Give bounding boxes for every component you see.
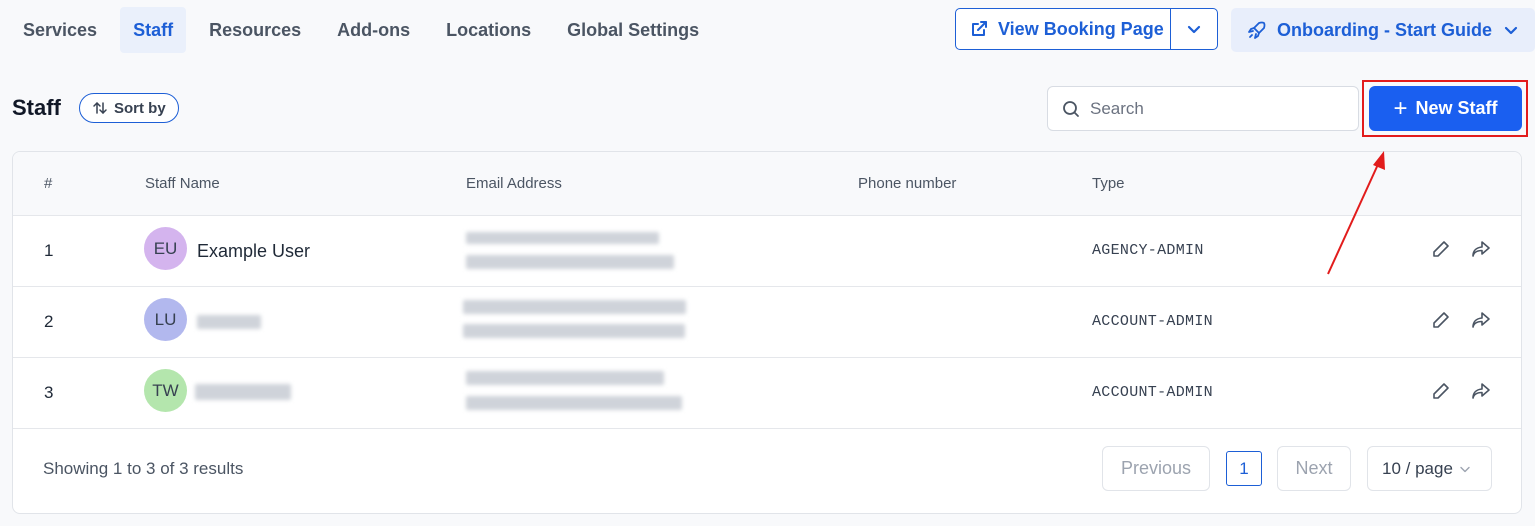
onboarding-label: Onboarding - Start Guide <box>1277 19 1492 40</box>
avatar-initials: EU <box>153 238 178 258</box>
column-header-email: Email Address <box>466 175 562 192</box>
column-header-index: # <box>44 175 53 192</box>
staff-type: ACCOUNT-ADMIN <box>1092 384 1213 401</box>
column-header-phone: Phone number <box>858 175 957 192</box>
table-row[interactable]: 3 TW ACCOUNT-ADMIN <box>13 357 1521 429</box>
column-header-type: Type <box>1092 175 1125 192</box>
staff-type: AGENCY-ADMIN <box>1092 242 1204 259</box>
sort-by-button[interactable]: Sort by <box>79 93 179 123</box>
staff-name: Example User <box>197 241 311 261</box>
rocket-icon <box>1248 21 1266 39</box>
avatar-initials: LU <box>154 309 177 329</box>
edit-pencil-icon[interactable] <box>1431 310 1451 330</box>
avatar: EU <box>144 227 187 270</box>
staff-type: ACCOUNT-ADMIN <box>1092 313 1213 330</box>
share-arrow-icon[interactable] <box>1471 239 1491 259</box>
redacted-email <box>463 324 685 338</box>
tab-add-ons[interactable]: Add-ons <box>324 7 423 53</box>
sort-icon <box>93 102 107 114</box>
new-staff-label: New Staff <box>1415 98 1498 118</box>
top-nav-tabs: Services Staff Resources Add-ons Locatio… <box>10 7 722 53</box>
results-summary: Showing 1 to 3 of 3 results <box>43 459 244 478</box>
next-page-button[interactable]: Next <box>1277 446 1351 491</box>
tab-resources[interactable]: Resources <box>196 7 314 53</box>
page-number-button[interactable]: 1 <box>1226 451 1262 486</box>
redacted-email <box>466 255 674 269</box>
tab-staff[interactable]: Staff <box>120 7 187 53</box>
redacted-email <box>466 396 682 410</box>
tab-locations[interactable]: Locations <box>433 7 544 53</box>
plus-icon: + <box>1393 94 1408 122</box>
view-booking-split-button: View Booking Page <box>955 8 1218 50</box>
view-booking-page-button[interactable]: View Booking Page <box>956 9 1170 49</box>
view-booking-dropdown-toggle[interactable] <box>1170 9 1217 49</box>
row-index: 3 <box>44 383 54 402</box>
table-row[interactable]: 2 LU ACCOUNT-ADMIN <box>13 286 1521 358</box>
column-header-staff-name: Staff Name <box>145 175 220 192</box>
table-row[interactable]: 1 EU Example User AGENCY-ADMIN <box>13 215 1521 287</box>
chevron-down-icon <box>1460 466 1470 472</box>
staff-table: # Staff Name Email Address Phone number … <box>12 151 1522 514</box>
tab-services[interactable]: Services <box>10 7 110 53</box>
redacted-email <box>466 371 664 385</box>
external-link-icon <box>972 21 987 36</box>
search-input[interactable] <box>1088 97 1352 120</box>
edit-pencil-icon[interactable] <box>1431 381 1451 401</box>
search-box <box>1047 86 1359 131</box>
avatar: LU <box>144 298 187 341</box>
share-arrow-icon[interactable] <box>1471 381 1491 401</box>
row-index: 1 <box>44 241 54 260</box>
redacted-email <box>463 300 686 314</box>
redacted-name <box>197 315 261 329</box>
per-page-value: 10 / page <box>1382 458 1453 478</box>
chevron-down-icon <box>1187 25 1201 34</box>
search-icon <box>1063 100 1079 117</box>
view-booking-page-label: View Booking Page <box>998 18 1164 39</box>
share-arrow-icon[interactable] <box>1471 310 1491 330</box>
row-index: 2 <box>44 312 54 331</box>
previous-page-button[interactable]: Previous <box>1102 446 1210 491</box>
onboarding-start-guide-button[interactable]: Onboarding - Start Guide <box>1231 8 1535 52</box>
avatar: TW <box>144 369 187 412</box>
per-page-select[interactable]: 10 / page <box>1367 446 1492 491</box>
page-title: Staff <box>12 95 61 120</box>
edit-pencil-icon[interactable] <box>1431 239 1451 259</box>
sort-by-label: Sort by <box>114 99 166 117</box>
tab-global-settings[interactable]: Global Settings <box>554 7 712 53</box>
new-staff-button[interactable]: + New Staff <box>1369 86 1522 131</box>
chevron-down-icon <box>1504 26 1518 35</box>
redacted-name <box>195 384 291 400</box>
table-header: # Staff Name Email Address Phone number … <box>13 152 1521 216</box>
avatar-initials: TW <box>152 380 179 400</box>
redacted-email <box>466 232 659 244</box>
